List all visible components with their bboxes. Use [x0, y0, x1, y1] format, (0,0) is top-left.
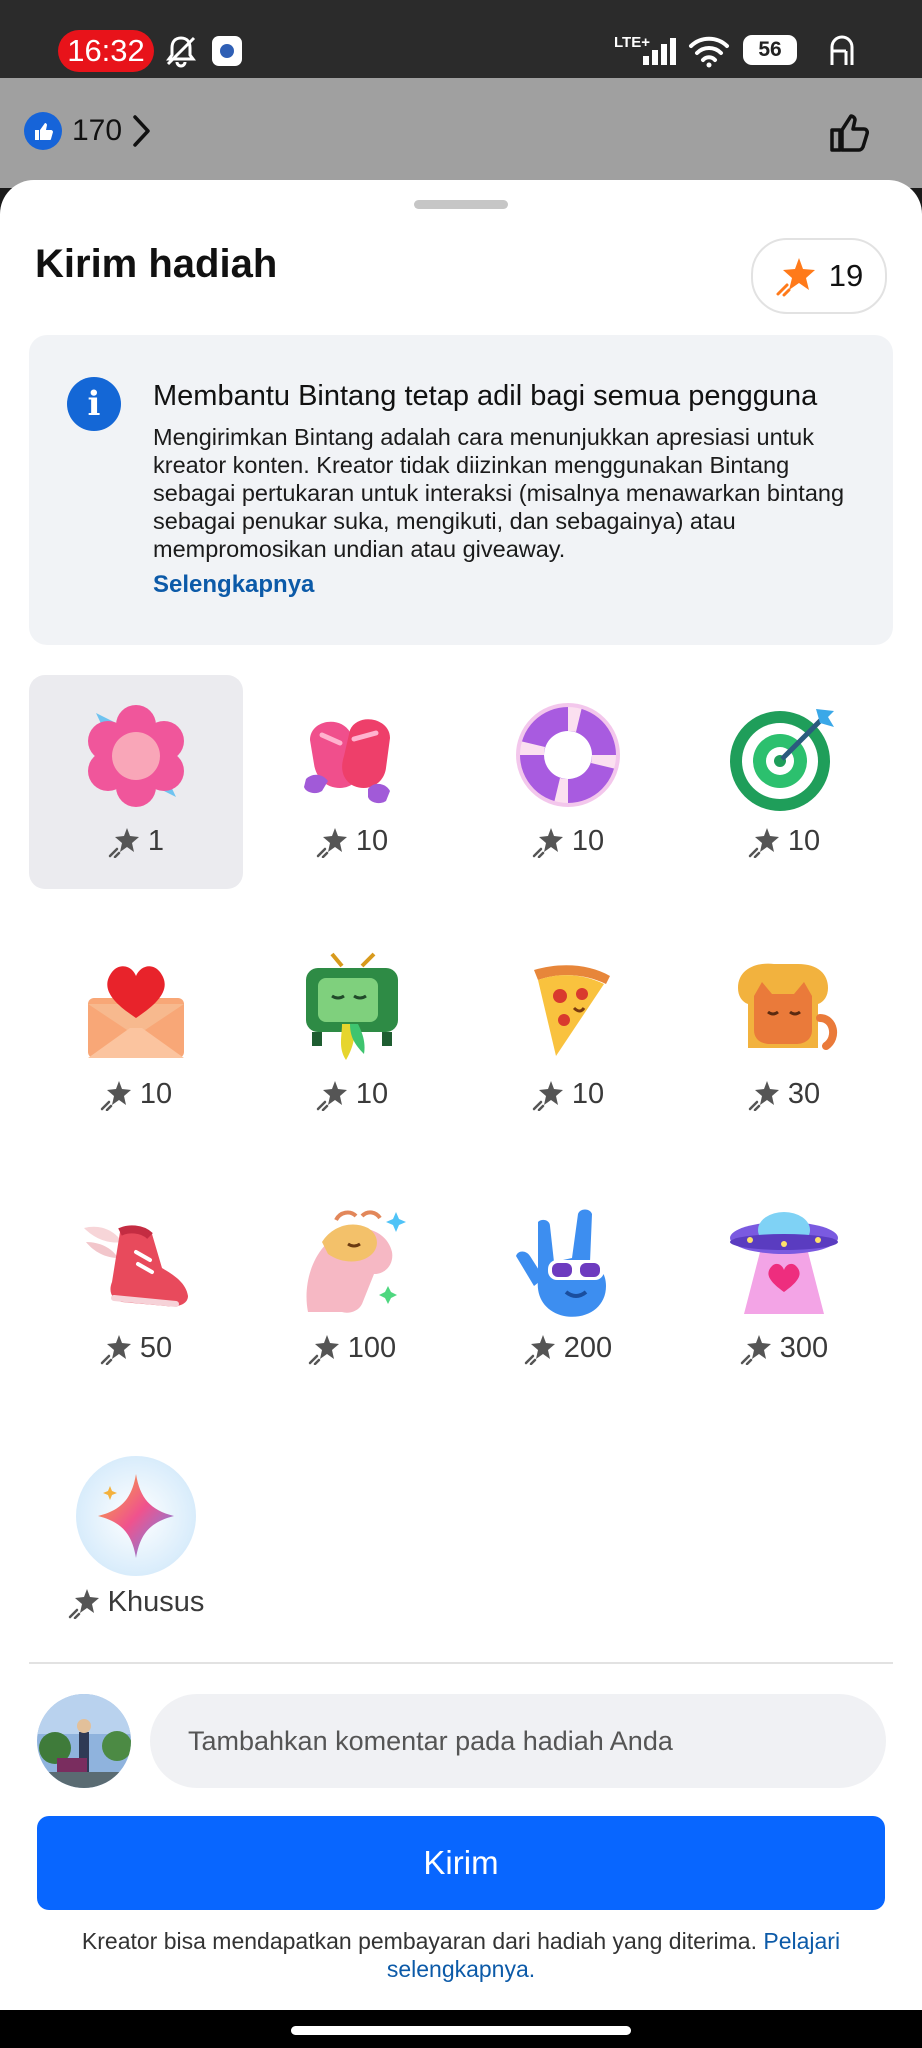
star-icon: [532, 1080, 563, 1111]
star-icon: [748, 1080, 779, 1111]
gift-price-value: 10: [355, 1078, 389, 1110]
like-count-text: 170: [72, 114, 123, 147]
gift-item-flower[interactable]: 1: [29, 675, 243, 889]
gift-price-value: 100: [347, 1332, 397, 1364]
star-icon: [776, 258, 815, 297]
winged-sneaker-icon: [76, 1202, 196, 1322]
gift-item-sparkle[interactable]: Khusus: [29, 1436, 243, 1650]
lifebuoy-icon: [508, 695, 628, 815]
gift-item-target[interactable]: 10: [677, 675, 891, 889]
star-icon: [524, 1334, 555, 1365]
star-balance-pill[interactable]: 19: [751, 238, 887, 314]
star-icon: [108, 827, 139, 858]
gift-item-rock-hand[interactable]: 200: [461, 1182, 675, 1396]
signal-icon: [640, 30, 680, 72]
gift-price: 100: [245, 1332, 459, 1365]
gift-sheet: Kirim hadiah 19 i Membantu Bintang tetap…: [0, 180, 922, 2010]
star-icon: [532, 827, 563, 858]
gift-item-dragon[interactable]: 100: [245, 1182, 459, 1396]
app-notification-icon: [211, 30, 243, 72]
gift-price: 50: [29, 1332, 243, 1365]
star-icon: [316, 827, 347, 858]
target-icon: [724, 695, 844, 815]
gift-price-value: 1: [147, 825, 165, 857]
info-icon: i: [67, 377, 121, 431]
sparkle-icon: [76, 1456, 196, 1576]
gift-price-value: 10: [787, 825, 821, 857]
comment-input[interactable]: [150, 1694, 886, 1788]
flower-icon: [76, 695, 196, 815]
star-icon: [748, 827, 779, 858]
gift-item-ufo[interactable]: 300: [677, 1182, 891, 1396]
info-card: i Membantu Bintang tetap adil bagi semua…: [29, 335, 893, 645]
gift-item-pizza[interactable]: 10: [461, 928, 675, 1142]
gift-price: 30: [677, 1078, 891, 1111]
star-balance-value: 19: [828, 258, 864, 293]
divider: [29, 1662, 893, 1664]
gift-price: Khusus: [29, 1586, 243, 1619]
gift-price: 10: [461, 1078, 675, 1111]
wifi-icon: [686, 30, 732, 72]
star-icon: [308, 1334, 339, 1365]
gift-item-love-letter[interactable]: 10: [29, 928, 243, 1142]
status-time: 16:32: [58, 30, 154, 72]
gift-price: 1: [29, 825, 243, 858]
muted-bell-icon: [160, 30, 202, 72]
info-title: Membantu Bintang tetap adil bagi semua p…: [153, 380, 818, 412]
like-button-icon[interactable]: [826, 108, 874, 161]
gift-price-value: 50: [139, 1332, 173, 1364]
battery-indicator: 56: [743, 35, 797, 65]
ufo-icon: [724, 1202, 844, 1322]
gift-item-bread-cat[interactable]: 30: [677, 928, 891, 1142]
reaction-summary[interactable]: 170: [24, 112, 152, 150]
gift-price: 10: [245, 825, 459, 858]
gift-price-value: 10: [355, 825, 389, 857]
gift-price-value: 10: [571, 1078, 605, 1110]
pizza-icon: [508, 948, 628, 1068]
status-bar: 16:32 LTE+ 56: [0, 0, 922, 78]
gift-price-value: Khusus: [107, 1586, 205, 1618]
gift-price: 200: [461, 1332, 675, 1365]
star-icon: [100, 1334, 131, 1365]
love-letter-icon: [76, 948, 196, 1068]
star-icon: [68, 1588, 99, 1619]
gift-item-tv[interactable]: 10: [245, 928, 459, 1142]
gift-price-value: 10: [139, 1078, 173, 1110]
gift-price: 10: [245, 1078, 459, 1111]
gift-price: 10: [29, 1078, 243, 1111]
star-icon: [316, 1080, 347, 1111]
send-button[interactable]: Kirim: [37, 1816, 885, 1910]
star-icon: [740, 1334, 771, 1365]
info-body: Mengirimkan Bintang adalah cara menunjuk…: [153, 424, 845, 562]
gift-item-winged-sneaker[interactable]: 50: [29, 1182, 243, 1396]
gift-price: 10: [461, 825, 675, 858]
dragon-icon: [292, 1202, 412, 1322]
tv-icon: [292, 948, 412, 1068]
bread-cat-icon: [724, 948, 844, 1068]
footer-text: Kreator bisa mendapatkan pembayaran dari…: [81, 1928, 757, 1954]
gift-item-lifebuoy[interactable]: 10: [461, 675, 675, 889]
gift-price-value: 300: [779, 1332, 829, 1364]
like-reaction-icon: [24, 112, 62, 150]
background-post-bar: 170: [0, 78, 922, 188]
gift-price: 10: [677, 825, 891, 858]
chevron-right-icon: [133, 115, 150, 147]
accessibility-icon: [822, 30, 862, 72]
rock-hand-icon: [508, 1202, 628, 1322]
gift-price-value: 200: [563, 1332, 613, 1364]
gift-price-value: 10: [571, 825, 605, 857]
gift-price: 300: [677, 1332, 891, 1365]
footer-note: Kreator bisa mendapatkan pembayaran dari…: [45, 1927, 877, 1983]
home-indicator[interactable]: [291, 2026, 631, 2035]
navigation-bar: [0, 2010, 922, 2048]
sheet-title: Kirim hadiah: [35, 242, 278, 286]
gift-item-mittens[interactable]: 10: [245, 675, 459, 889]
gift-price-value: 30: [787, 1078, 821, 1110]
mittens-icon: [292, 695, 412, 815]
learn-more-link[interactable]: Selengkapnya: [153, 571, 314, 599]
star-icon: [100, 1080, 131, 1111]
drag-handle[interactable]: [414, 200, 508, 209]
avatar: [37, 1694, 131, 1788]
